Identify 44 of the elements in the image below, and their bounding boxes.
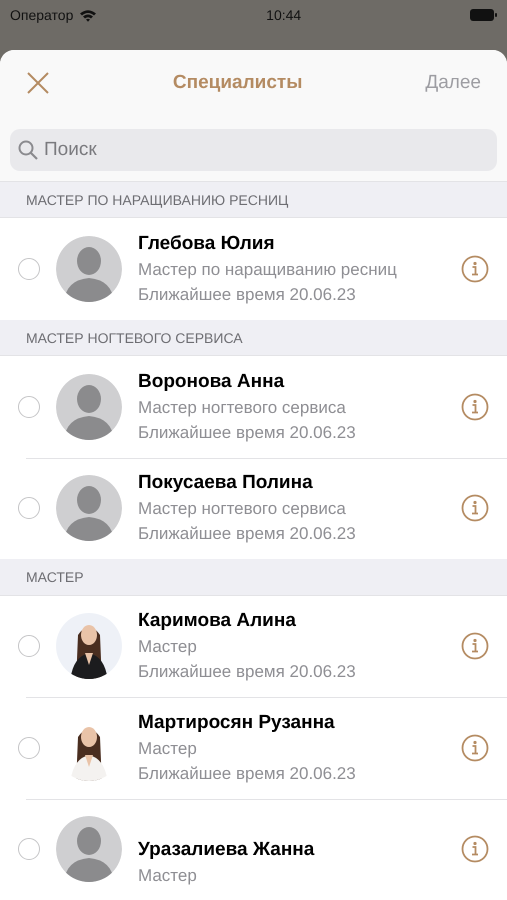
nearest-time: Ближайшее время 20.06.23 [138, 423, 357, 444]
search-icon [18, 140, 38, 160]
section-header: МАСТЕР [26, 568, 84, 585]
clock-text: 10:44 [266, 7, 302, 23]
avatar-silhouette-icon [56, 816, 122, 882]
specialist-name: Мартиросян Рузанна [138, 712, 336, 734]
radio-button[interactable] [18, 838, 40, 860]
nearest-time: Ближайшее время 20.06.23 [138, 764, 357, 784]
specialist-role: Мастер [138, 637, 198, 658]
nearest-time: Ближайшее время 20.06.23 [138, 285, 357, 306]
specialist-name: Каримова Алина [138, 610, 297, 632]
radio-button[interactable] [18, 396, 40, 418]
specialist-role: Мастер ногтевого сервиса [138, 398, 347, 418]
carrier-text: Оператор [10, 7, 74, 23]
specialist-name: Покусаева Полина [138, 472, 314, 494]
info-button[interactable] [461, 494, 489, 522]
radio-button[interactable] [18, 736, 40, 759]
specialist-role: Мастер [138, 738, 198, 759]
search-field[interactable]: Поиск [10, 128, 497, 171]
nearest-time: Ближайшее время 20.06.23 [138, 662, 357, 682]
info-button[interactable] [461, 393, 489, 422]
battery-icon [470, 9, 497, 21]
avatar-silhouette-icon [56, 236, 122, 302]
radio-button[interactable] [18, 497, 40, 520]
section-header: МАСТЕР ПО НАРАЩИВАНИЮ РЕСНИЦ [26, 192, 288, 208]
specialist-name: Воронова Анна [138, 371, 286, 394]
section-header: МАСТЕР НОГТЕВОГО СЕРВИСА [26, 330, 243, 346]
wifi-icon [79, 8, 98, 22]
avatar-silhouette-icon [56, 475, 122, 542]
avatar-silhouette-icon [56, 374, 122, 440]
radio-button[interactable] [18, 635, 40, 658]
info-button[interactable] [461, 734, 489, 762]
radio-button[interactable] [18, 258, 40, 280]
specialist-role: Мастер по наращиванию ресниц [138, 260, 398, 280]
info-button[interactable] [461, 255, 489, 284]
specialist-role: Мастер ногтевого сервиса [138, 499, 347, 520]
info-button[interactable] [461, 835, 489, 864]
specialist-name: Глебова Юлия [138, 233, 276, 256]
sheet-title: Специалисты [172, 72, 304, 94]
close-button[interactable] [26, 71, 50, 96]
info-button[interactable] [461, 632, 489, 660]
specialist-name: Уразалиева Жанна [138, 838, 316, 861]
nearest-time: Ближайшее время 20.06.23 [138, 524, 357, 544]
specialist-role: Мастер [138, 866, 198, 886]
